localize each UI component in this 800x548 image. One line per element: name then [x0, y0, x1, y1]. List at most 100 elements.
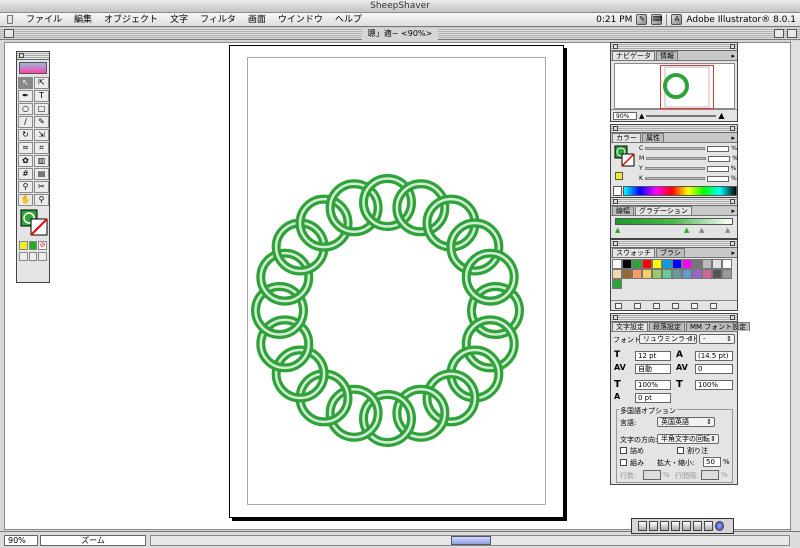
direction-popup[interactable]: 半角文字の回転 [657, 434, 719, 444]
menu-help[interactable]: ヘルプ [329, 13, 368, 27]
swatch[interactable] [702, 259, 712, 269]
gradient-stop-3-icon[interactable]: ▲ [699, 226, 704, 234]
full-screen-menubar-icon[interactable] [28, 252, 38, 261]
chain-ring-artwork[interactable] [250, 173, 525, 448]
zoom-in-icon[interactable]: ▲ [718, 111, 724, 120]
scale-field[interactable]: 50 [703, 457, 721, 467]
zoom-box-icon[interactable] [730, 126, 735, 131]
leading-field[interactable]: (14.5 pt) [695, 351, 733, 361]
zoom-slider[interactable] [646, 114, 717, 117]
full-screen-icon[interactable] [38, 252, 48, 261]
toolbar-icon-1[interactable] [638, 521, 647, 531]
rectangle-tool-icon[interactable]: □ [34, 103, 49, 115]
navigator-preview[interactable] [614, 63, 735, 109]
swatch[interactable] [662, 269, 672, 279]
horizontal-scale-field[interactable]: 100% [695, 380, 733, 390]
collapse-box-icon[interactable] [787, 29, 797, 38]
k-field[interactable] [706, 175, 729, 182]
k-slider[interactable] [644, 177, 705, 180]
vertical-scrollbar[interactable] [790, 41, 800, 531]
palette-titlebar[interactable] [611, 43, 737, 51]
swatch[interactable] [632, 259, 642, 269]
color-mode-icon[interactable] [19, 241, 28, 250]
m-field[interactable] [708, 155, 731, 162]
graph-tool-icon[interactable]: ▥ [34, 155, 49, 167]
font-size-field[interactable]: 12 pt [635, 351, 671, 361]
free-transform-tool-icon[interactable]: ⌗ [34, 142, 49, 154]
swatch[interactable] [682, 269, 692, 279]
tab-color[interactable]: カラー [612, 133, 641, 142]
out-of-gamut-warning-icon[interactable] [615, 172, 623, 180]
swatch[interactable] [632, 269, 642, 279]
show-all-swatches-icon[interactable] [615, 302, 622, 309]
gradient-stop-2-icon[interactable]: ▲ [684, 226, 689, 234]
gradient-ramp[interactable] [615, 218, 733, 225]
swatch[interactable] [642, 259, 652, 269]
gradient-mode-icon[interactable] [28, 241, 38, 250]
ellipse-tool-icon[interactable]: ○ [18, 103, 33, 115]
palette-titlebar[interactable] [611, 314, 737, 322]
show-color-swatches-icon[interactable] [634, 302, 641, 309]
swatch[interactable] [652, 269, 662, 279]
tab-gradient[interactable]: グラデーション [635, 206, 692, 215]
application-menu[interactable]: Adobe Illustrator® 8.0.1 [686, 15, 796, 25]
palette-menu-icon[interactable]: ▸ [731, 134, 735, 142]
tab-navigator[interactable]: ナビゲータ [612, 51, 655, 60]
toolbar-icon-5[interactable] [682, 521, 691, 531]
swatch[interactable] [612, 259, 622, 269]
none-mode-icon[interactable]: ⊘ [38, 241, 48, 250]
tab-mm-font[interactable]: MM フォント設定 [686, 322, 751, 331]
close-box-icon[interactable] [613, 44, 618, 49]
tab-paragraph[interactable]: 段落設定 [649, 322, 685, 331]
close-box-icon[interactable] [613, 199, 618, 204]
palette-titlebar[interactable] [611, 240, 737, 248]
swatch[interactable] [612, 279, 622, 289]
warichu-checkbox[interactable] [677, 447, 684, 454]
new-swatch-icon[interactable] [691, 302, 698, 309]
swatch[interactable] [662, 259, 672, 269]
palette-titlebar[interactable] [611, 198, 737, 206]
language-popup[interactable]: 英国英語 [657, 417, 715, 427]
swatch[interactable] [672, 259, 682, 269]
kumi-checkbox[interactable] [620, 459, 627, 466]
menu-object[interactable]: オブジェクト [98, 13, 164, 27]
zoom-box-icon[interactable] [730, 199, 735, 204]
direct-selection-tool-icon[interactable]: ⇱ [34, 77, 49, 89]
tab-swatches[interactable]: スウォッチ [612, 248, 655, 257]
swatch[interactable] [622, 259, 632, 269]
tab-brushes[interactable]: ブラシ [656, 248, 685, 257]
baseline-shift-field[interactable]: 0 pt [635, 393, 671, 403]
tsume-checkbox[interactable] [620, 447, 627, 454]
symbol-tool-icon[interactable]: ✿ [18, 155, 33, 167]
toolbar-icon-7[interactable] [704, 521, 713, 531]
standard-screen-icon[interactable] [19, 252, 28, 261]
swatch[interactable] [722, 269, 732, 279]
color-spectrum-bar[interactable] [623, 186, 737, 196]
zoom-tool-icon[interactable]: ⚲ [34, 194, 49, 206]
swatch[interactable] [682, 259, 692, 269]
tab-info[interactable]: 情報 [656, 51, 678, 60]
menu-file[interactable]: ファイル [20, 13, 68, 27]
navigator-view-frame[interactable] [660, 65, 714, 109]
horizontal-scrollbar[interactable] [150, 535, 790, 546]
close-box-icon[interactable] [613, 315, 618, 320]
scroll-thumb[interactable] [451, 536, 491, 545]
kerning-field[interactable]: 自動 [635, 364, 671, 374]
menu-filter[interactable]: フィルタ [194, 13, 242, 27]
menu-edit[interactable]: 編集 [68, 13, 98, 27]
zoom-out-icon[interactable]: ▲ [639, 112, 644, 120]
menu-view[interactable]: 画面 [242, 13, 272, 27]
document-titlebar[interactable]: 聰」適~ <90%> [0, 28, 800, 40]
toolbar-icon-8[interactable] [715, 521, 724, 531]
mesh-tool-icon[interactable]: # [18, 168, 33, 180]
tab-stroke[interactable]: 線幅 [612, 206, 634, 215]
font-family-popup[interactable]: リュウミンライト [639, 334, 697, 344]
scale-tool-icon[interactable]: ⇲ [34, 129, 49, 141]
rotate-tool-icon[interactable]: ↻ [18, 129, 33, 141]
close-box-icon[interactable] [4, 29, 14, 38]
close-box-icon[interactable] [613, 241, 618, 246]
palette-menu-icon[interactable]: ▸ [731, 52, 735, 60]
tracking-field[interactable]: 0 [695, 364, 733, 374]
zoom-box-icon[interactable] [730, 315, 735, 320]
keyboard-icon[interactable]: ⌨ [651, 14, 662, 25]
